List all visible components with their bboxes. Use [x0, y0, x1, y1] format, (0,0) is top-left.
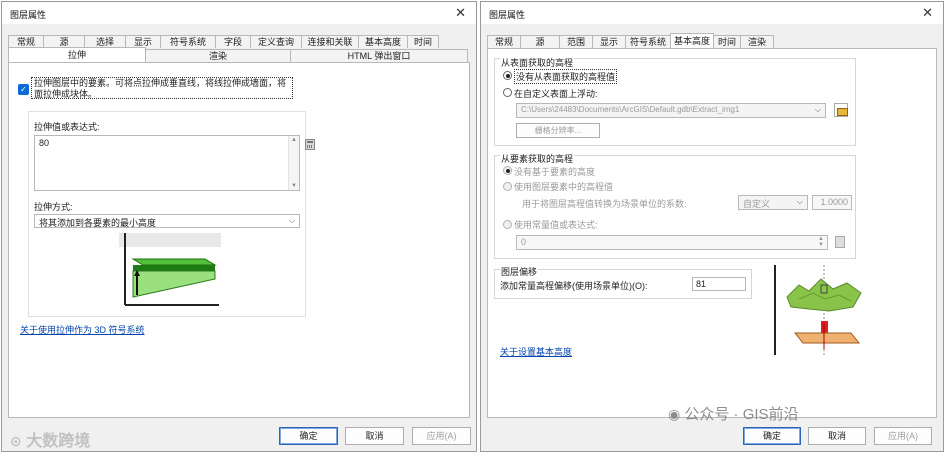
extrusion-value-label: 拉伸值或表达式:	[34, 122, 100, 132]
factor-unit-select[interactable]: 自定义 ⌵	[738, 195, 808, 210]
tab-base-heights[interactable]: 基本高度	[670, 33, 714, 48]
browse-folder-icon[interactable]	[834, 103, 848, 117]
chevron-down-icon: ⌵	[796, 197, 803, 206]
tab-joins-relates[interactable]: 连接和关联	[301, 35, 359, 48]
right-close-icon[interactable]: ✕	[922, 5, 933, 21]
tab-display[interactable]: 显示	[592, 35, 626, 48]
extrusion-value-scrollbar[interactable]: ▲ ▼	[288, 136, 299, 190]
use-constant-radio[interactable]	[503, 220, 512, 229]
left-title-bar: 图层属性 ✕	[2, 2, 476, 24]
apply-button[interactable]: 应用(A)	[412, 427, 471, 445]
no-feature-height-radio[interactable]	[503, 166, 512, 175]
factor-unit-value: 自定义	[743, 199, 771, 209]
apply-button[interactable]: 应用(A)	[874, 427, 932, 445]
extrude-checkbox-label: 拉伸图层中的要素。可将点拉伸成垂直线，将线拉伸成墙面，将面拉伸成块体。	[31, 77, 293, 99]
use-feature-elevation-radio[interactable]	[503, 182, 512, 191]
spinner-icon[interactable]: ▲ ▼	[818, 236, 824, 248]
extrusion-method-label: 拉伸方式:	[34, 202, 73, 212]
float-surface-label: 在自定义表面上浮动:	[514, 89, 598, 99]
ok-button[interactable]: 确定	[279, 427, 338, 445]
tab-rendering[interactable]: 渲染	[740, 35, 774, 48]
tab-source[interactable]: 源	[520, 35, 560, 48]
tab-time[interactable]: 时间	[407, 35, 439, 48]
surface-path-value: C:\Users\24483\Documents\ArcGIS\Default.…	[521, 105, 740, 114]
surface-path-select[interactable]: C:\Users\24483\Documents\ArcGIS\Default.…	[516, 103, 826, 118]
offset-value-input[interactable]: 81	[692, 277, 746, 291]
extrusion-method-value: 将其添加到各要素的最小高度	[39, 218, 157, 228]
use-constant-label: 使用常量值或表达式:	[514, 220, 598, 230]
raster-resolution-button[interactable]: 栅格分辨率...	[516, 123, 600, 138]
expression-builder-icon[interactable]	[305, 139, 315, 150]
tab-base-heights[interactable]: 基本高度	[358, 35, 408, 48]
constant-value-text: 0	[521, 237, 527, 247]
left-close-icon[interactable]: ✕	[455, 5, 466, 21]
watermark-right-text: 公众号 · GIS前沿	[684, 406, 799, 423]
offset-group-title: 图层偏移	[500, 265, 539, 278]
left-tab-row-2: 拉伸 渲染 HTML 弹出窗口	[8, 47, 468, 62]
tab-symbology[interactable]: 符号系统	[625, 35, 671, 48]
tab-symbology[interactable]: 符号系统	[160, 35, 216, 48]
no-feature-height-label: 没有基于要素的高度	[514, 167, 596, 177]
tab-extrusion[interactable]: 拉伸	[8, 47, 146, 62]
extrusion-value-text: 80	[39, 138, 50, 148]
no-surface-label: 没有从表面获取的高程值	[514, 69, 618, 84]
extrude-checkbox[interactable]: ✓	[18, 84, 29, 95]
extrusion-illustration	[119, 233, 221, 309]
base-height-illustration	[769, 263, 865, 357]
right-tab-row: 常规 源 范围 显示 符号系统 基本高度 时间 渲染	[487, 33, 774, 48]
extrusion-help-link[interactable]: 关于使用拉伸作为 3D 符号系统	[20, 323, 145, 336]
no-surface-radio[interactable]	[503, 71, 512, 80]
tab-html-popup[interactable]: HTML 弹出窗口	[290, 49, 468, 62]
cancel-button[interactable]: 取消	[345, 427, 404, 445]
watermark-left-text: 大数跨境	[26, 433, 91, 450]
constant-expression-icon[interactable]	[835, 236, 845, 248]
surface-group-title: 从表面获取的高程	[500, 56, 575, 69]
tab-definition-query[interactable]: 定义查询	[250, 35, 302, 48]
offset-label: 添加常量高程偏移(使用场景单位)(O):	[500, 281, 648, 291]
tab-extent[interactable]: 范围	[559, 35, 593, 48]
right-dialog-title: 图层属性	[489, 10, 526, 20]
base-height-help-link[interactable]: 关于设置基本高度	[500, 345, 572, 358]
watermark-right: ◉ 公众号 · GIS前沿	[668, 403, 799, 424]
scroll-down-icon: ▼	[291, 183, 297, 189]
tab-rendering[interactable]: 渲染	[145, 49, 291, 62]
left-layer-properties-dialog: 图层属性 ✕ 常规 源 选择 显示 符号系统 字段 定义查询 连接和关联 基本高…	[1, 1, 477, 452]
tab-time[interactable]: 时间	[713, 35, 741, 48]
use-feature-elevation-label: 使用图层要素中的高程值	[514, 182, 614, 192]
tab-general[interactable]: 常规	[487, 35, 521, 48]
watermark-left: ⊙ 大数跨境	[10, 427, 90, 451]
right-layer-properties-dialog: 图层属性 ✕ 常规 源 范围 显示 符号系统 基本高度 时间 渲染 从表面获取的…	[480, 1, 944, 452]
wechat-icon: ◉	[668, 406, 681, 422]
extrusion-value-input[interactable]: 80 ▲ ▼	[34, 135, 300, 191]
tab-fields[interactable]: 字段	[215, 35, 251, 48]
conversion-factor-label: 用于将图层高程值转换为场景单位的系数:	[522, 199, 687, 209]
watermark-logo-icon: ⊙	[10, 433, 22, 449]
extrusion-method-select[interactable]: 将其添加到各要素的最小高度 ⌵	[34, 214, 300, 228]
feature-group-title: 从要素获取的高程	[500, 152, 575, 165]
conversion-factor-input[interactable]: 1.0000	[812, 195, 852, 210]
extrusion-panel: ✓ 拉伸图层中的要素。可将点拉伸成垂直线，将线拉伸成墙面，将面拉伸成块体。 拉伸…	[8, 62, 470, 418]
chevron-down-icon: ⌵	[288, 216, 295, 225]
constant-value-input[interactable]: 0 ▲ ▼	[516, 235, 828, 250]
left-dialog-title: 图层属性	[10, 10, 47, 20]
base-heights-panel: 从表面获取的高程 没有从表面获取的高程值 在自定义表面上浮动: C:\Users…	[487, 48, 937, 418]
chevron-down-icon: ⌵	[814, 105, 821, 114]
ok-button[interactable]: 确定	[743, 427, 801, 445]
cancel-button[interactable]: 取消	[808, 427, 866, 445]
float-surface-radio[interactable]	[503, 88, 512, 97]
scroll-up-icon: ▲	[291, 137, 297, 143]
right-title-bar: 图层属性 ✕	[481, 2, 943, 24]
